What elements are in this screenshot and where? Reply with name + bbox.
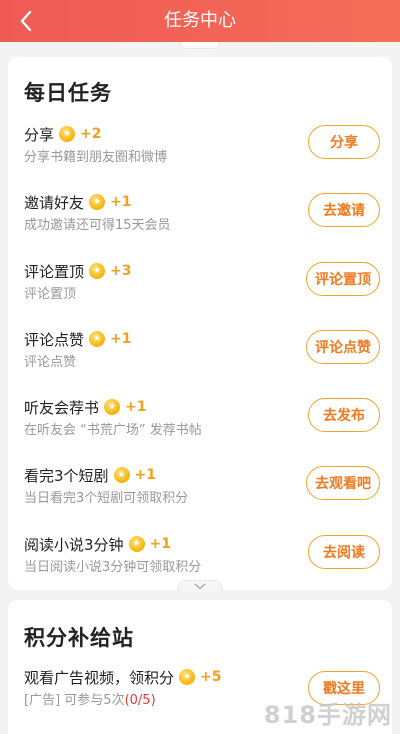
coin-icon: ★ bbox=[104, 399, 121, 415]
task-desc: 在听友会 “书荒广场” 发荐书帖 bbox=[24, 423, 202, 438]
task-name: 分享 bbox=[24, 125, 55, 144]
task-desc: 分享书籍到朋友圈和微博 bbox=[24, 150, 168, 165]
ad-count: (0/5) bbox=[124, 693, 156, 708]
watermark: 818手游网 bbox=[263, 701, 392, 729]
chevron-down-icon bbox=[194, 583, 206, 590]
task-reward: +3 bbox=[110, 263, 132, 279]
expand-toggle[interactable] bbox=[178, 580, 222, 592]
task-desc: [广告] 可参与5次(0/5) bbox=[24, 689, 156, 708]
comment-top-button[interactable]: 评论置顶 bbox=[306, 262, 380, 296]
coin-icon: ★ bbox=[89, 331, 106, 347]
daily-tasks-card: 每日任务 分享 ★ +2 分享书籍到朋友圈和微博 分享 邀请好友 ★ +1 成功… bbox=[8, 57, 392, 590]
coin-icon: ★ bbox=[113, 467, 130, 483]
comment-like-button[interactable]: 评论点赞 bbox=[306, 330, 380, 364]
app-header: 任务中心 bbox=[0, 0, 400, 42]
coin-icon: ★ bbox=[59, 126, 76, 142]
task-item-recommend-book: 听友会荐书 ★ +1 在听友会 “书荒广场” 发荐书帖 去发布 bbox=[8, 396, 392, 444]
page-title: 任务中心 bbox=[164, 10, 236, 31]
coin-icon: ★ bbox=[89, 194, 106, 210]
task-reward: +5 bbox=[200, 669, 222, 685]
task-name: 邀请好友 bbox=[24, 193, 85, 212]
task-name: 评论点赞 bbox=[24, 330, 85, 349]
task-name: 观看广告视频，领积分 bbox=[24, 668, 175, 687]
collapse-handle[interactable] bbox=[180, 42, 220, 49]
publish-button[interactable]: 去发布 bbox=[308, 398, 380, 432]
task-name: 看完3个短剧 bbox=[24, 466, 109, 485]
task-desc: 评论置顶 bbox=[24, 287, 77, 302]
task-desc: 评论点赞 bbox=[24, 355, 77, 370]
task-name: 阅读小说3分钟 bbox=[24, 535, 124, 554]
task-item-read-novel: 阅读小说3分钟 ★ +1 当日阅读小说3分钟可领取积分 去阅读 bbox=[8, 533, 392, 581]
task-reward: +1 bbox=[125, 399, 147, 415]
task-desc: 成功邀请还可得15天会员 bbox=[24, 218, 171, 233]
task-item-comment-top: 评论置顶 ★ +3 评论置顶 评论置顶 bbox=[8, 260, 392, 308]
task-name: 评论置顶 bbox=[24, 262, 85, 281]
task-item-share: 分享 ★ +2 分享书籍到朋友圈和微博 分享 bbox=[8, 123, 392, 171]
watch-button[interactable]: 去观看吧 bbox=[306, 466, 380, 500]
task-item-invite: 邀请好友 ★ +1 成功邀请还可得15天会员 去邀请 bbox=[8, 191, 392, 239]
task-reward: +1 bbox=[134, 467, 157, 483]
task-desc: 当日看完3个短剧可领取积分 bbox=[24, 491, 189, 506]
coin-icon: ★ bbox=[179, 669, 196, 685]
task-item-short-drama: 看完3个短剧 ★ +1 当日看完3个短剧可领取积分 去观看吧 bbox=[8, 464, 392, 512]
task-desc: 当日阅读小说3分钟可领取积分 bbox=[24, 560, 202, 575]
coin-icon: ★ bbox=[89, 263, 106, 279]
share-button[interactable]: 分享 bbox=[308, 125, 380, 159]
task-reward: +1 bbox=[149, 536, 172, 552]
ad-label: [广告] bbox=[24, 693, 61, 708]
task-item-comment-like: 评论点赞 ★ +1 评论点赞 评论点赞 bbox=[8, 328, 392, 376]
task-reward: +2 bbox=[80, 126, 102, 142]
ad-desc: 可参与5次 bbox=[64, 693, 125, 708]
invite-button[interactable]: 去邀请 bbox=[308, 193, 380, 227]
read-button[interactable]: 去阅读 bbox=[308, 535, 380, 569]
task-name: 听友会荐书 bbox=[24, 398, 100, 417]
coin-icon: ★ bbox=[128, 536, 145, 552]
daily-tasks-title: 每日任务 bbox=[24, 81, 112, 105]
points-supply-title: 积分补给站 bbox=[24, 626, 134, 650]
task-reward: +1 bbox=[110, 194, 132, 210]
task-reward: +1 bbox=[110, 331, 132, 347]
